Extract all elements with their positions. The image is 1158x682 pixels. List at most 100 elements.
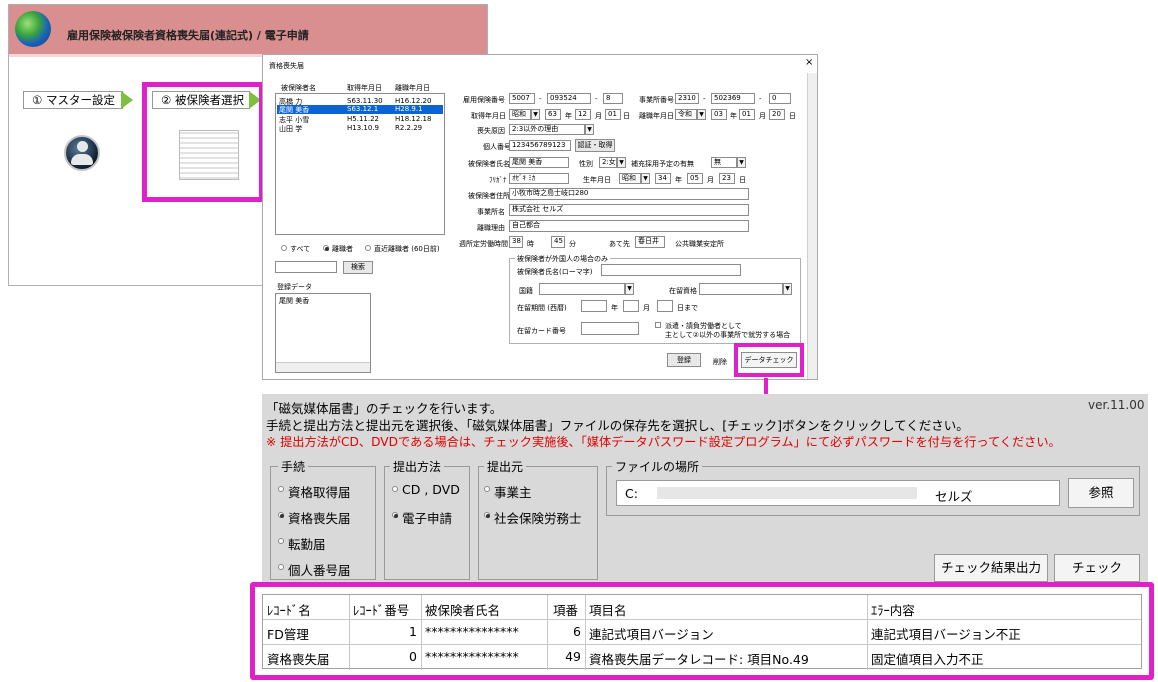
dispatch-label-2: 主として②以外の事業所で就労する場合 <box>665 331 791 339</box>
card-input[interactable] <box>581 322 639 335</box>
birth-era-select[interactable]: 昭和 <box>619 173 641 184</box>
chevron-down-icon[interactable]: ▼ <box>697 109 706 120</box>
search-input[interactable] <box>275 261 337 273</box>
period-day[interactable] <box>657 300 673 312</box>
my-number-label: 個人番号 <box>483 143 511 151</box>
output-results-button[interactable]: チェック結果出力 <box>934 554 1048 582</box>
auth-button[interactable]: 認証・取得 <box>575 139 615 152</box>
office-no-part3[interactable]: 0 <box>769 93 791 104</box>
procedure-transfer-radio[interactable] <box>278 538 284 544</box>
avatar-head <box>77 141 88 152</box>
chevron-down-icon[interactable]: ▼ <box>617 157 626 168</box>
birth-day[interactable]: 23 <box>719 173 735 184</box>
close-icon[interactable]: × <box>805 57 813 68</box>
leave-day[interactable]: 20 <box>769 109 785 120</box>
file-path-input[interactable]: C: セルズ <box>616 480 1060 506</box>
delete-button[interactable]: 削除 <box>713 357 727 367</box>
browse-button[interactable]: 参照 <box>1068 478 1134 508</box>
leave-month[interactable]: 01 <box>739 109 755 120</box>
leave-reason-label: 離職理由 <box>477 224 505 232</box>
check-button[interactable]: チェック <box>1054 554 1140 582</box>
chevron-down-icon[interactable]: ▼ <box>737 157 746 168</box>
dispatch-checkbox[interactable] <box>655 322 661 328</box>
office-no-part2[interactable]: 502369 <box>711 93 755 104</box>
chevron-down-icon[interactable]: ▼ <box>585 124 594 135</box>
kana-input[interactable]: ｵｾﾞｷ ﾐｶ <box>509 173 569 184</box>
procedure-acquire-radio[interactable] <box>278 486 284 492</box>
my-number-input[interactable]: 123456789123 <box>509 140 571 151</box>
office-name-label: 事業所名 <box>477 208 505 216</box>
period-year[interactable] <box>581 300 607 312</box>
supplement-label: 補充採用予定の有無 <box>631 160 694 168</box>
acq-era-select[interactable]: 昭和 <box>509 109 531 120</box>
dest-label: あて先 <box>609 240 630 248</box>
procedure-acquire-label: 資格取得届 <box>288 485 351 500</box>
source-sharoushi-radio[interactable] <box>484 512 490 518</box>
acq-date-label: 取得年月日 <box>471 112 506 120</box>
chevron-down-icon[interactable]: ▼ <box>641 173 650 184</box>
highlight-step2 <box>142 82 264 202</box>
supplement-select[interactable]: 無 <box>711 157 737 168</box>
dest-input[interactable]: 春日井 <box>635 236 665 248</box>
leave-era-select[interactable]: 令和 <box>675 109 697 120</box>
method-cd-label: CD , DVD <box>402 482 460 497</box>
address-input[interactable]: 小牧市時之島士岐口280 <box>509 188 749 200</box>
filter-all-radio[interactable] <box>281 245 287 251</box>
avatar-body <box>71 154 93 165</box>
gender-select[interactable]: 2:女 <box>599 157 617 168</box>
hours-input[interactable]: 38 <box>509 236 523 248</box>
chevron-down-icon[interactable]: ▼ <box>625 283 634 295</box>
register-button[interactable]: 登録 <box>667 353 701 367</box>
launcher-title-bar: 雇用保険被保険者資格喪失届(連記式) / 電子申請 <box>9 5 487 54</box>
birth-label: 生年月日 <box>583 176 611 184</box>
office-no-label: 事業所番号 <box>639 96 674 104</box>
method-cd-radio[interactable] <box>392 486 398 492</box>
list-item[interactable]: 尾関 美香 <box>279 296 309 306</box>
insured-no-part1[interactable]: 5007 <box>509 93 535 104</box>
romaji-label: 被保険者氏名(ローマ字) <box>517 268 593 276</box>
chevron-down-icon[interactable]: ▼ <box>783 283 792 295</box>
dialog-scrollbar[interactable] <box>807 73 817 379</box>
period-month[interactable] <box>623 300 639 312</box>
insured-no-label: 雇用保険番号 <box>463 96 505 104</box>
source-sharoushi-label: 社会保険労務士 <box>494 511 582 526</box>
media-checker-window: 「磁気媒体届書」のチェックを行います。 手続と提出方法と提出元を選択後、「磁気媒… <box>262 394 1148 584</box>
leave-year[interactable]: 03 <box>711 109 727 120</box>
status-select[interactable] <box>699 283 783 295</box>
insured-no-part3[interactable]: 8 <box>603 93 623 104</box>
registered-scrollbar[interactable] <box>276 362 370 372</box>
nationality-select[interactable] <box>539 283 625 295</box>
status-label: 在留資格 <box>669 287 697 295</box>
period-label: 在留期間 (西暦) <box>517 304 567 312</box>
office-name-input[interactable]: 株式会社 セルズ <box>509 204 749 216</box>
name-input[interactable]: 尾関 美香 <box>509 157 569 168</box>
acq-day[interactable]: 01 <box>605 109 621 120</box>
step-master-settings[interactable]: ① マスター設定 <box>23 91 123 109</box>
leave-reason-input[interactable]: 自己都合 <box>509 220 749 232</box>
list-item[interactable]: 尾関 美香 S63.12.1 H28.9.1 <box>277 105 443 114</box>
source-employer-radio[interactable] <box>484 486 490 492</box>
nationality-label: 国籍 <box>519 287 533 295</box>
file-path-tail: セルズ <box>935 489 973 504</box>
foreign-group-label: 被保険者が外国人の場合のみ <box>515 254 610 264</box>
acq-year[interactable]: 63 <box>545 109 561 120</box>
romaji-input[interactable] <box>601 264 741 276</box>
birth-year[interactable]: 34 <box>655 173 671 184</box>
search-button[interactable]: 検索 <box>343 261 373 274</box>
minutes-input[interactable]: 45 <box>551 236 565 248</box>
loss-reason-select[interactable]: 2:3以外の理由 <box>509 124 585 135</box>
loss-reason-label: 喪失原因 <box>477 127 505 135</box>
filter-leavers-radio[interactable] <box>323 245 329 251</box>
procedure-loss-radio[interactable] <box>278 512 284 518</box>
procedure-group-label: 手続 <box>278 458 309 475</box>
birth-month[interactable]: 05 <box>687 173 703 184</box>
step1-label: ① マスター設定 <box>32 93 115 107</box>
office-no-part1[interactable]: 2310 <box>675 93 699 104</box>
acq-month[interactable]: 12 <box>575 109 591 120</box>
list-header-leave: 離職年月日 <box>395 84 430 92</box>
chevron-down-icon[interactable]: ▼ <box>531 109 540 120</box>
procedure-mynumber-radio[interactable] <box>278 564 284 570</box>
insured-no-part2[interactable]: 093524 <box>547 93 591 104</box>
method-electronic-radio[interactable] <box>392 512 398 518</box>
filter-recent-radio[interactable] <box>365 245 371 251</box>
